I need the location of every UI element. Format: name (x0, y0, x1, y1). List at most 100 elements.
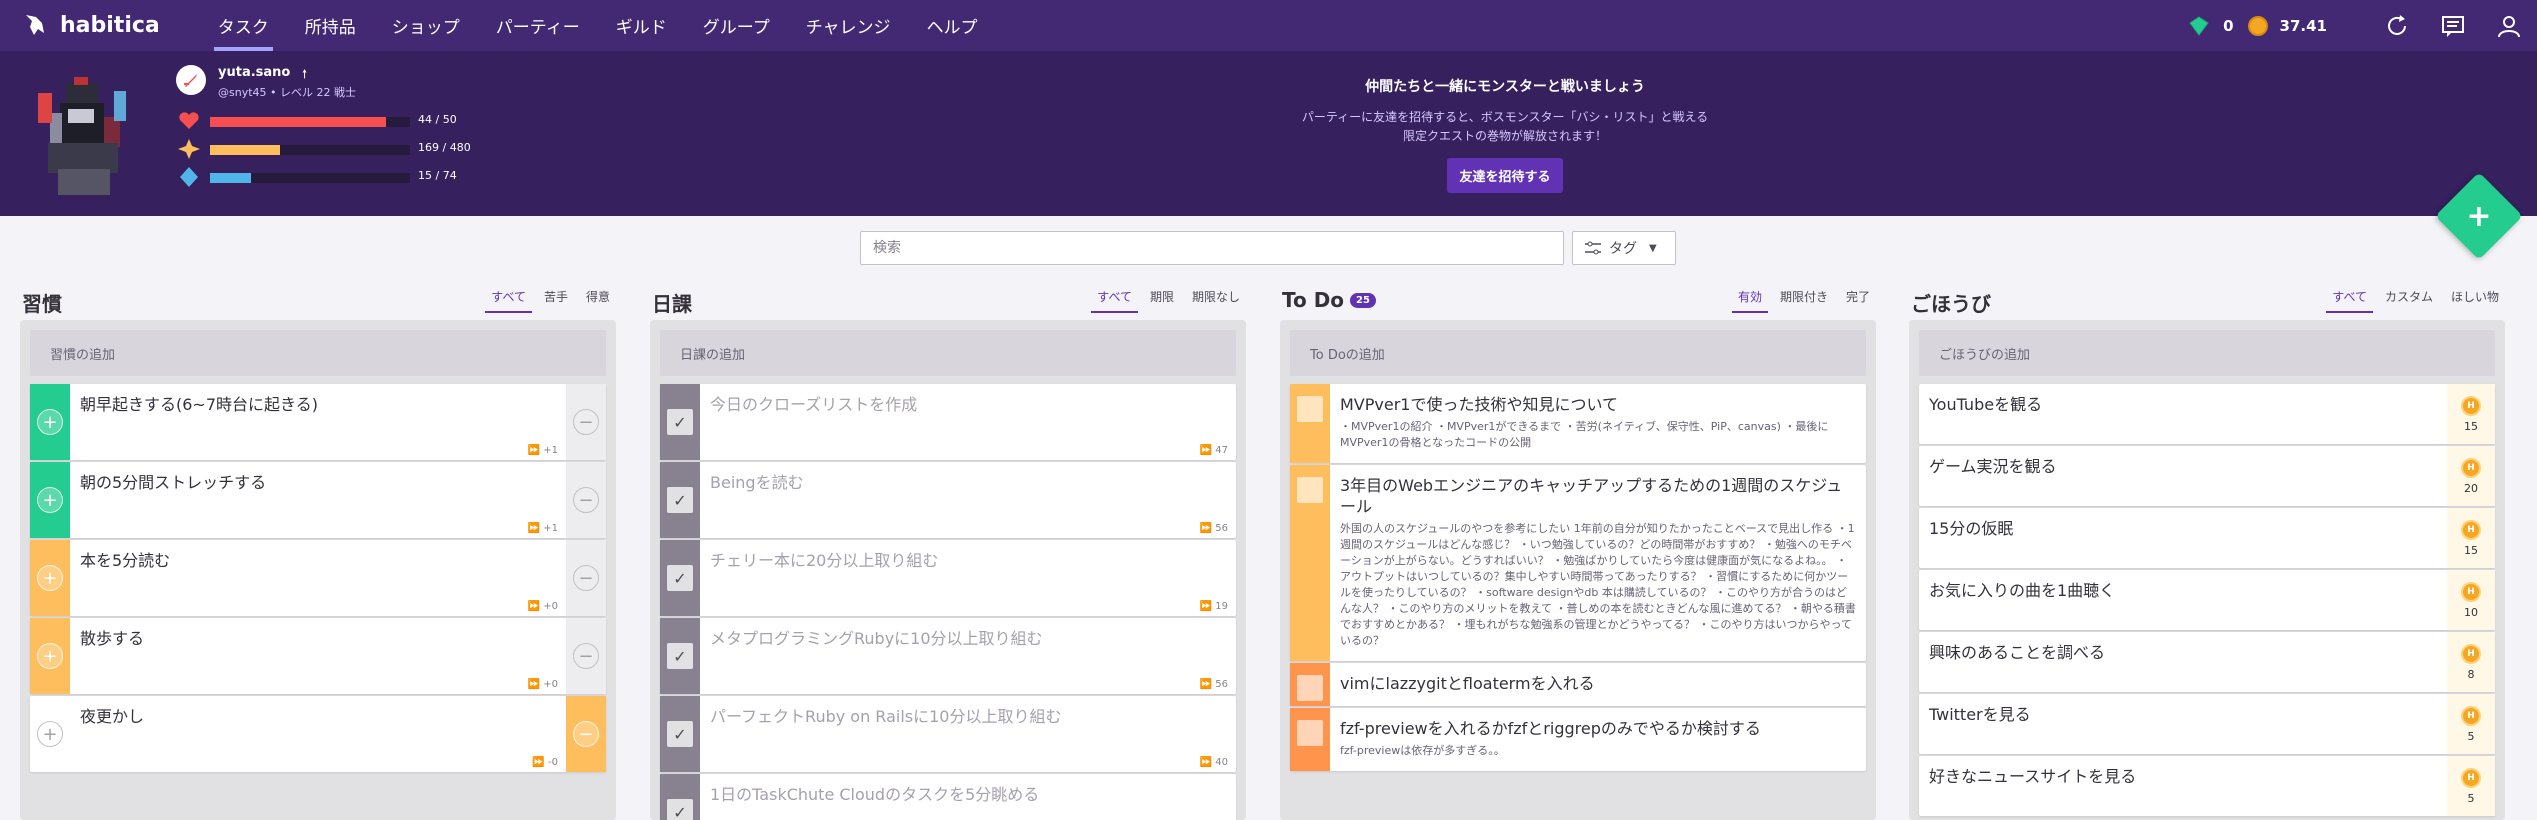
party-desc-line2: 限定クエストの巻物が解放されます！ (1402, 129, 1607, 143)
reward-price-button[interactable]: H5 (2447, 756, 2495, 816)
daily-checkbox-control[interactable]: ✓ (660, 696, 700, 772)
reward-price-button[interactable]: H 10 (2447, 570, 2495, 630)
minus-icon: − (573, 643, 599, 669)
filter-tab[interactable]: 完了 (1840, 288, 1876, 313)
nav-item[interactable]: ヘルプ (909, 0, 996, 51)
todo-checkbox-control[interactable] (1290, 708, 1330, 771)
reward-price-button[interactable]: H5 (2447, 694, 2495, 754)
habit-plus-control[interactable]: + (30, 618, 70, 694)
habits-column: 習慣 すべて 苦手 得意 習慣の追加 + 朝早起きする(6~7時台に起きる) ⏩ +1 −… (20, 280, 616, 820)
filter-tab[interactable]: 有効 (1731, 288, 1768, 313)
todo-checkbox-control[interactable] (1290, 384, 1330, 463)
messages-icon[interactable] (2439, 12, 2467, 40)
filter-tab[interactable]: すべて (1091, 288, 1138, 313)
daily-row[interactable]: ✓ パーフェクトRuby on Railsに10分以上取り組む ⏩ 40 (660, 696, 1236, 772)
username: yuta.sano (218, 65, 291, 80)
todo-row[interactable]: fzf-previewを入れるかfzfとriggrepのみでやるか検討する fzf… (1290, 708, 1866, 771)
reward-row[interactable]: YouTubeを観る H 15 (1919, 384, 2495, 444)
habit-row[interactable]: + 朝早起きする(6~7時台に起きる) ⏩ +1 − (30, 384, 606, 460)
reward-row[interactable]: 興味のあることを調べる H 8 (1919, 632, 2495, 692)
habitica-logo[interactable]: habitica (22, 13, 160, 39)
tag-filter-button[interactable]: タグ ▼ (1572, 231, 1676, 265)
add-habit-input[interactable]: 習慣の追加 (30, 330, 606, 376)
avatar[interactable] (30, 73, 140, 203)
reward-row[interactable]: Twitterを見る H 5 (1919, 694, 2495, 754)
daily-content: 今日のクローズリストを作成 ⏩ 47 (700, 384, 1236, 460)
habit-row[interactable]: + 散歩する ⏩ +0 − (30, 618, 606, 694)
reward-row[interactable]: ゲーム実況を観る H 20 (1919, 446, 2495, 506)
filter-tab[interactable]: すべて (485, 288, 532, 313)
hp-value: 44 / 50 (418, 113, 457, 126)
reward-row[interactable]: 好きなニュースサイトを見る H 5 (1919, 756, 2495, 816)
reward-price-button[interactable]: H 20 (2447, 446, 2495, 506)
todo-row[interactable]: vimにlazzygitとfloatermを入れる (1290, 663, 1866, 706)
nav-item[interactable]: グループ (685, 0, 788, 51)
filter-tab[interactable]: 得意 (580, 288, 616, 313)
reward-row[interactable]: お気に入りの曲を1曲聴く H 10 (1919, 570, 2495, 630)
daily-row[interactable]: ✓ 今日のクローズリストを作成 ⏩ 47 (660, 384, 1236, 460)
daily-checkbox-control[interactable]: ✓ (660, 618, 700, 694)
habit-row[interactable]: + 夜更かし ⏩ -0 − (30, 696, 606, 772)
nav-item[interactable]: タスク (200, 0, 287, 51)
reward-content: 15分の仮眠 (1919, 508, 2447, 568)
habit-plus-control[interactable]: + (30, 384, 70, 460)
sync-icon[interactable] (2383, 12, 2411, 40)
add-todo-input[interactable]: To Doの追加 (1290, 330, 1866, 376)
habit-text: 散歩する (80, 629, 145, 648)
habit-plus-control[interactable]: + (30, 696, 70, 772)
habit-minus-control[interactable]: − (566, 696, 606, 772)
reward-price-button[interactable]: H 15 (2447, 508, 2495, 568)
filter-tab[interactable]: ほしい物 (2445, 288, 2505, 313)
nav-item[interactable]: ギルド (598, 0, 685, 51)
habit-minus-control[interactable]: − (566, 384, 606, 460)
heart-icon (179, 112, 199, 129)
minus-icon: − (573, 487, 599, 513)
filter-tab[interactable]: カスタム (2379, 288, 2439, 313)
habit-minus-control[interactable]: − (566, 462, 606, 538)
nav-item[interactable]: チャレンジ (788, 0, 909, 51)
todo-content: 3年目のWebエンジニアのキャッチアップするための1週間のスケジュール 外国の人の… (1330, 465, 1866, 661)
habit-minus-control[interactable]: − (566, 618, 606, 694)
daily-checkbox-control[interactable]: ✓ (660, 384, 700, 460)
habit-plus-control[interactable]: + (30, 540, 70, 616)
filter-tab[interactable]: 苦手 (538, 288, 574, 313)
user-icon[interactable] (2495, 12, 2523, 40)
plus-icon: + (37, 487, 63, 513)
nav-item[interactable]: ショップ (374, 0, 478, 51)
filter-tab[interactable]: 期限 (1144, 288, 1180, 313)
create-task-button[interactable]: + (2435, 172, 2523, 260)
habit-minus-control[interactable]: − (566, 540, 606, 616)
daily-checkbox-control[interactable]: ✓ (660, 774, 700, 820)
todo-checkbox-control[interactable] (1290, 465, 1330, 661)
daily-checkbox-control[interactable]: ✓ (660, 462, 700, 538)
reward-price-button[interactable]: H8 (2447, 632, 2495, 692)
habit-row[interactable]: + 朝の5分間ストレッチする ⏩ +1 − (30, 462, 606, 538)
search-input[interactable] (860, 231, 1564, 265)
filter-tab[interactable]: 期限なし (1186, 288, 1246, 313)
daily-text: 今日のクローズリストを作成 (710, 395, 918, 414)
habit-row[interactable]: + 本を5分読む ⏩ +0 − (30, 540, 606, 616)
daily-streak: ⏩ 56 (1199, 679, 1228, 690)
todo-row[interactable]: MVPver1で使った技術や知見について ・MVPver1の紹介 ・MVPver1… (1290, 384, 1866, 463)
exp-bar (210, 145, 410, 155)
todo-row[interactable]: 3年目のWebエンジニアのキャッチアップするための1週間のスケジュール 外国の人の… (1290, 465, 1866, 661)
add-reward-input[interactable]: ごほうびの追加 (1919, 330, 2495, 376)
daily-row[interactable]: ✓ Beingを読む ⏩ 56 (660, 462, 1236, 538)
daily-row[interactable]: ✓ メタプログラミングRubyに10分以上取り組む ⏩ 56 (660, 618, 1236, 694)
daily-checkbox-control[interactable]: ✓ (660, 540, 700, 616)
daily-row[interactable]: ✓ 1日のTaskChute Cloudのタスクを5分眺める (660, 774, 1236, 820)
nav-item[interactable]: 所持品 (287, 0, 374, 51)
daily-row[interactable]: ✓ チェリー本に20分以上取り組む ⏩ 19 (660, 540, 1236, 616)
todo-checkbox-control[interactable] (1290, 663, 1330, 706)
nav-item[interactable]: パーティー (478, 0, 598, 51)
daily-content: メタプログラミングRubyに10分以上取り組む ⏩ 56 (700, 618, 1236, 694)
rewards-list: ごほうびの追加 YouTubeを観る H 15 ゲーム実況を観る H 20 15分の仮眠 H 1… (1909, 320, 2505, 820)
add-daily-input[interactable]: 日課の追加 (660, 330, 1236, 376)
habit-plus-control[interactable]: + (30, 462, 70, 538)
rewards-filters: すべて カスタム ほしい物 (2320, 288, 2505, 313)
reward-price-button[interactable]: H 15 (2447, 384, 2495, 444)
reward-row[interactable]: 15分の仮眠 H 15 (1919, 508, 2495, 568)
invite-friends-button[interactable]: 友達を招待する (1447, 158, 1563, 193)
filter-tab[interactable]: 期限付き (1774, 288, 1834, 313)
filter-tab[interactable]: すべて (2326, 288, 2373, 313)
